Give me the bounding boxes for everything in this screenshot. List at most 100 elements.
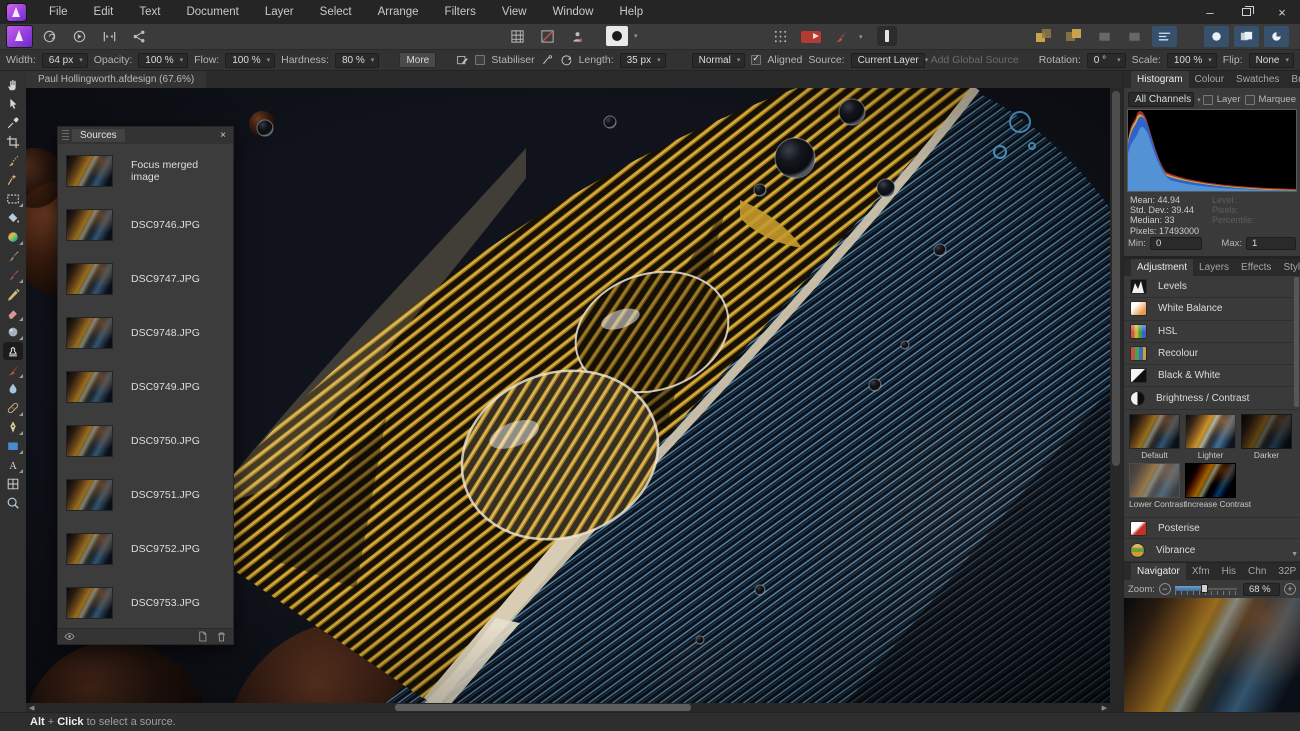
healing-brush-tool[interactable] xyxy=(3,361,23,379)
source-item[interactable]: Focus merged image xyxy=(58,144,233,198)
source-item[interactable]: DSC9749.JPG xyxy=(58,360,233,414)
adjustment-white-balance[interactable]: White Balance xyxy=(1124,298,1300,321)
move-tool[interactable] xyxy=(3,95,23,113)
rotation-dropdown[interactable]: 0 ° xyxy=(1086,52,1126,68)
arrange-list-icon[interactable] xyxy=(1152,26,1177,47)
close-button[interactable]: × xyxy=(1264,0,1300,24)
zoom-slider[interactable] xyxy=(1174,583,1237,595)
adjustment-hsl[interactable]: HSL xyxy=(1124,321,1300,343)
mesh-warp-tool[interactable] xyxy=(3,475,23,493)
zoom-tool[interactable] xyxy=(3,494,23,512)
source-item[interactable]: DSC9748.JPG xyxy=(58,306,233,360)
tab-navigator[interactable]: Navigator xyxy=(1131,563,1186,580)
export-persona-icon[interactable] xyxy=(127,26,152,47)
tab-swatches[interactable]: Swatches xyxy=(1230,71,1285,88)
tab-styles[interactable]: Styles xyxy=(1277,259,1300,276)
source-item[interactable]: DSC9747.JPG xyxy=(58,252,233,306)
flow-dropdown[interactable]: 100 % xyxy=(225,52,276,68)
adjustment-recolour[interactable]: Recolour xyxy=(1124,343,1300,366)
tone-mapping-persona-icon[interactable] xyxy=(97,26,122,47)
more-button[interactable]: More xyxy=(399,52,437,68)
horizontal-scroll-thumb[interactable] xyxy=(395,704,691,711)
restore-button[interactable] xyxy=(1228,0,1264,24)
opacity-dropdown[interactable]: 100 % xyxy=(138,52,189,68)
source-item[interactable]: DSC9750.JPG xyxy=(58,414,233,468)
menu-window[interactable]: Window xyxy=(540,0,607,24)
pixel-grid-icon[interactable] xyxy=(768,26,793,47)
preset-default[interactable]: Default xyxy=(1129,414,1180,460)
tab-layers[interactable]: Layers xyxy=(1193,259,1235,276)
canvas-horizontal-scrollbar[interactable]: ◀ ▶ xyxy=(26,703,1110,712)
sources-close-icon[interactable]: × xyxy=(213,130,233,141)
snapping-grid-icon[interactable] xyxy=(505,26,530,47)
marquee-tool[interactable] xyxy=(3,190,23,208)
scroll-down-arrow-icon[interactable]: ▼ xyxy=(1291,551,1298,558)
view-pie-icon[interactable] xyxy=(1264,26,1289,47)
brush-defaults-dropdown-arrow-icon[interactable]: ▾ xyxy=(859,33,863,41)
tab-effects[interactable]: Effects xyxy=(1235,259,1277,276)
preset-increase-contrast[interactable]: Increase Contrast xyxy=(1185,463,1251,509)
tab-chn[interactable]: Chn xyxy=(1242,563,1272,580)
navigator-preview[interactable] xyxy=(1124,598,1300,712)
zoom-out-button[interactable]: − xyxy=(1158,583,1171,595)
pixel-tool[interactable] xyxy=(3,285,23,303)
tab-brushes[interactable]: Brushes xyxy=(1285,71,1300,88)
source-dropdown[interactable]: Current Layer xyxy=(850,52,925,68)
zoom-in-button[interactable]: + xyxy=(1284,583,1296,595)
insert-inside-icon[interactable] xyxy=(1032,26,1057,47)
rectangle-tool[interactable] xyxy=(3,437,23,455)
scale-dropdown[interactable]: 100 % xyxy=(1166,52,1217,68)
menu-layer[interactable]: Layer xyxy=(252,0,307,24)
source-item[interactable]: DSC9746.JPG xyxy=(58,198,233,252)
new-source-page-icon[interactable] xyxy=(197,631,208,642)
document-tab[interactable]: Paul Hollingworth.afdesign (67.6%) xyxy=(26,71,207,88)
brush-defaults-icon[interactable] xyxy=(828,26,853,47)
layer-checkbox[interactable] xyxy=(1202,94,1213,105)
canvas-vertical-scrollbar[interactable] xyxy=(1110,88,1122,703)
vertical-scroll-thumb[interactable] xyxy=(1112,91,1120,466)
tab-histogram[interactable]: Histogram xyxy=(1131,71,1189,88)
drag-handle-icon[interactable] xyxy=(62,130,69,141)
menu-filters[interactable]: Filters xyxy=(432,0,489,24)
blend-mode-dropdown[interactable]: Normal xyxy=(691,52,746,68)
snapping-off-icon[interactable] xyxy=(535,26,560,47)
text-tool[interactable] xyxy=(3,456,23,474)
delete-trash-icon[interactable] xyxy=(216,631,227,642)
rope-stabiliser-icon[interactable] xyxy=(541,52,554,68)
source-item[interactable]: DSC9753.JPG xyxy=(58,576,233,628)
colour-replacement-brush-tool[interactable] xyxy=(3,266,23,284)
stabiliser-checkbox[interactable] xyxy=(475,55,486,65)
tab-adjustment[interactable]: Adjustment xyxy=(1131,259,1194,276)
assistant-icon[interactable] xyxy=(565,26,590,47)
gradient-tool[interactable] xyxy=(3,228,23,246)
flip-dropdown[interactable]: None xyxy=(1248,52,1294,68)
menu-view[interactable]: View xyxy=(489,0,540,24)
source-item[interactable]: DSC9751.JPG xyxy=(58,468,233,522)
menu-file[interactable]: File xyxy=(36,0,81,24)
clone-brush-tool[interactable] xyxy=(3,342,23,360)
selection-brush-tool[interactable] xyxy=(3,152,23,170)
zoom-value-input[interactable]: 68 % xyxy=(1242,582,1280,596)
tab-colour[interactable]: Colour xyxy=(1189,71,1230,88)
scroll-right-arrow-icon[interactable]: ▶ xyxy=(1102,704,1107,712)
scroll-left-arrow-icon[interactable]: ◀ xyxy=(29,704,34,712)
preset-lighter[interactable]: Lighter xyxy=(1185,414,1236,460)
channel-dropdown[interactable]: All Channels xyxy=(1128,92,1194,107)
brush-edit-icon[interactable] xyxy=(456,52,469,68)
menu-edit[interactable]: Edit xyxy=(81,0,127,24)
flood-select-tool[interactable] xyxy=(3,171,23,189)
background-erase-tool[interactable] xyxy=(3,323,23,341)
preset-lower-contrast[interactable]: Lower Contrast xyxy=(1129,463,1186,509)
paint-brush-tool[interactable] xyxy=(3,247,23,265)
blur-brush-tool[interactable] xyxy=(3,380,23,398)
adjustment-black-white[interactable]: Black & White xyxy=(1124,365,1300,388)
adjustment-scrollbar[interactable] xyxy=(1294,277,1299,407)
menu-help[interactable]: Help xyxy=(606,0,656,24)
erase-brush-tool[interactable] xyxy=(3,304,23,322)
tab-xfm[interactable]: Xfm xyxy=(1186,563,1216,580)
crop-tool[interactable] xyxy=(3,133,23,151)
colour-picker-tool[interactable] xyxy=(3,114,23,132)
width-dropdown[interactable]: 64 px xyxy=(41,52,88,68)
marquee-checkbox[interactable] xyxy=(1244,94,1255,105)
view-split-icon[interactable] xyxy=(1234,26,1259,47)
